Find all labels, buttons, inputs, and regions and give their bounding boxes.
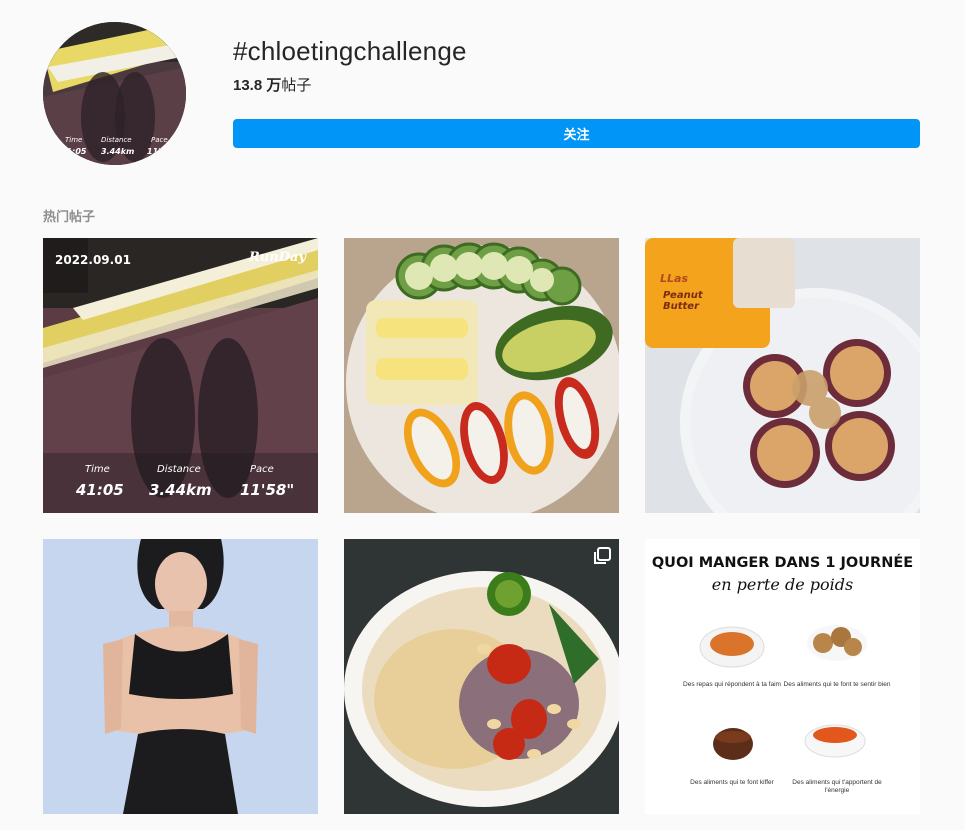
infographic-illustrations — [699, 625, 867, 760]
infographic-caption: Des repas qui répondent à ta faim — [683, 681, 781, 688]
follow-button[interactable]: 关注 — [233, 119, 920, 148]
run-brand-logo: RunDay — [249, 250, 306, 265]
infographic-card: QUOI MANGER DANS 1 JOURNÉE en perte de p… — [645, 539, 920, 814]
svg-text:3.44km: 3.44km — [101, 147, 134, 156]
multi-photo-icon — [594, 547, 611, 564]
post-fitness-portrait[interactable] — [43, 539, 318, 814]
infographic-caption: Des aliments qui te font kiffer — [690, 779, 774, 786]
post-count-number: 13.8 万 — [233, 77, 282, 94]
run-stat-value: 3.44km — [149, 481, 212, 499]
svg-text:Distance: Distance — [101, 136, 132, 144]
top-posts-label: 热门帖子 — [43, 209, 96, 224]
jar-brand: LLas — [660, 272, 688, 285]
avatar-stat-label: Time — [65, 136, 82, 144]
post-count: 13.8 万帖子 — [233, 74, 311, 95]
run-stat-label: Distance — [157, 464, 201, 475]
post-veggie-plate[interactable] — [344, 238, 619, 513]
run-date: 2022.09.01 — [55, 253, 131, 267]
post-count-suffix: 帖子 — [281, 77, 312, 94]
run-stat-value: 11'58" — [240, 481, 295, 499]
post-peanut-butter-figs[interactable]: LLas Peanut Butter — [645, 238, 920, 513]
svg-text:41:05: 41:05 — [60, 147, 87, 156]
hashtag-avatar: Time Distance Pace 41:05 3.44km 11'58" — [43, 22, 186, 165]
jar-label: Peanut Butter — [663, 290, 703, 312]
infographic-caption: Des aliments qui te font te sentir bien — [783, 681, 891, 688]
svg-text:Pace: Pace — [151, 136, 168, 144]
post-run-shadow[interactable]: 2022.09.01 RunDay Time Distance Pace 41:… — [43, 238, 318, 513]
run-stat-value: 41:05 — [76, 481, 124, 499]
run-stat-label: Pace — [250, 464, 274, 475]
run-stat-label: Time — [85, 464, 110, 475]
hashtag-title: #chloetingchallenge — [233, 36, 467, 66]
post-noodle-bowl[interactable] — [344, 539, 619, 814]
infographic-caption: Des aliments qui t'apportent de l'énergi… — [792, 779, 882, 794]
svg-text:11'58": 11'58" — [147, 147, 176, 156]
post-meal-infographic[interactable]: QUOI MANGER DANS 1 JOURNÉE en perte de p… — [645, 539, 920, 814]
